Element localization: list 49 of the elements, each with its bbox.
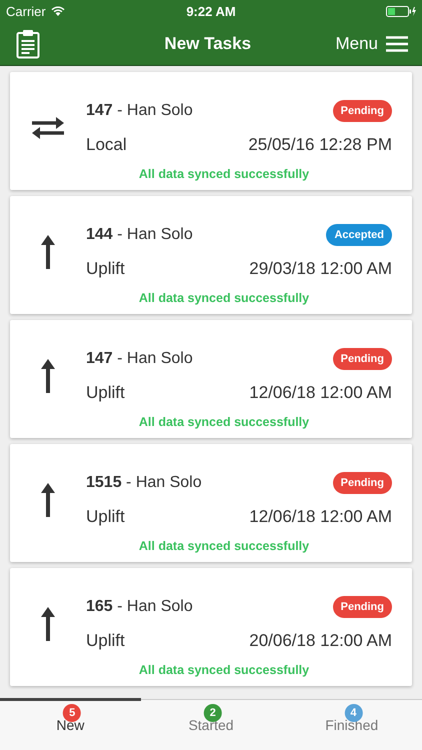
task-date: 25/05/16 12:28 PM [248, 135, 392, 155]
menu-icon [386, 36, 408, 52]
tab[interactable]: 4 Finished [281, 698, 422, 750]
task-type: Uplift [86, 383, 125, 403]
task-type: Local [86, 135, 127, 155]
task-card[interactable]: 1515 - Han Solo Pending Uplift 12/06/18 12:00 AM All data synced successfully [10, 444, 412, 562]
task-title: 165 - Han Solo [86, 598, 193, 616]
swap-arrows-icon [31, 114, 65, 140]
sync-status: All data synced successfully [138, 291, 310, 305]
upload-arrow-icon [41, 358, 55, 392]
task-title: 144 - Han Solo [86, 226, 193, 244]
carrier-label: Carrier [6, 4, 46, 18]
task-title: 1515 - Han Solo [86, 474, 202, 492]
clipboard-icon[interactable] [16, 28, 40, 58]
task-title: 147 - Han Solo [86, 350, 193, 368]
task-type: Uplift [86, 507, 125, 527]
task-card[interactable]: 147 - Han Solo Pending Local 25/05/16 12:28 PM All data synced successfully [10, 72, 412, 190]
battery-icon [386, 6, 416, 16]
count-badge: 2 [204, 704, 222, 722]
task-card[interactable]: 147 - Han Solo Pending Uplift 12/06/18 12:00 AM All data synced successfully [10, 320, 412, 438]
sync-status: All data synced successfully [138, 167, 310, 181]
upload-arrow-icon [41, 606, 55, 640]
status-badge: Accepted [326, 224, 392, 246]
screen-title: New Tasks [164, 34, 252, 54]
upload-arrow-icon [41, 234, 55, 268]
sync-status: All data synced successfully [138, 415, 310, 429]
tab[interactable]: 5 New [0, 698, 141, 750]
task-type: Uplift [86, 259, 125, 279]
task-date: 12/06/18 12:00 AM [249, 383, 392, 403]
status-badge: Pending [332, 472, 392, 494]
sync-status: All data synced successfully [138, 539, 310, 553]
status-badge: Pending [332, 100, 392, 122]
sync-status: All data synced successfully [138, 663, 310, 677]
clock-time: 9:22 AM [186, 4, 236, 18]
task-date: 29/03/18 12:00 AM [249, 259, 392, 279]
task-card[interactable]: 144 - Han Solo Accepted Uplift 29/03/18 12:00 AM All data synced successfully [10, 196, 412, 314]
task-title: 147 - Han Solo [86, 102, 193, 120]
task-date: 12/06/18 12:00 AM [249, 507, 392, 527]
status-badge: Pending [332, 348, 392, 370]
task-card[interactable]: 165 - Han Solo Pending Uplift 20/06/18 12:00 AM All data synced successfully [10, 568, 412, 686]
tab[interactable]: 2 Started [140, 698, 282, 750]
status-badge: Pending [332, 596, 392, 618]
count-badge: 4 [344, 704, 362, 722]
upload-arrow-icon [41, 482, 55, 516]
task-type: Uplift [86, 631, 125, 651]
menu-button[interactable]: Menu [335, 34, 408, 54]
count-badge: 5 [63, 704, 82, 722]
wifi-icon [50, 6, 65, 16]
task-date: 20/06/18 12:00 AM [249, 631, 392, 651]
